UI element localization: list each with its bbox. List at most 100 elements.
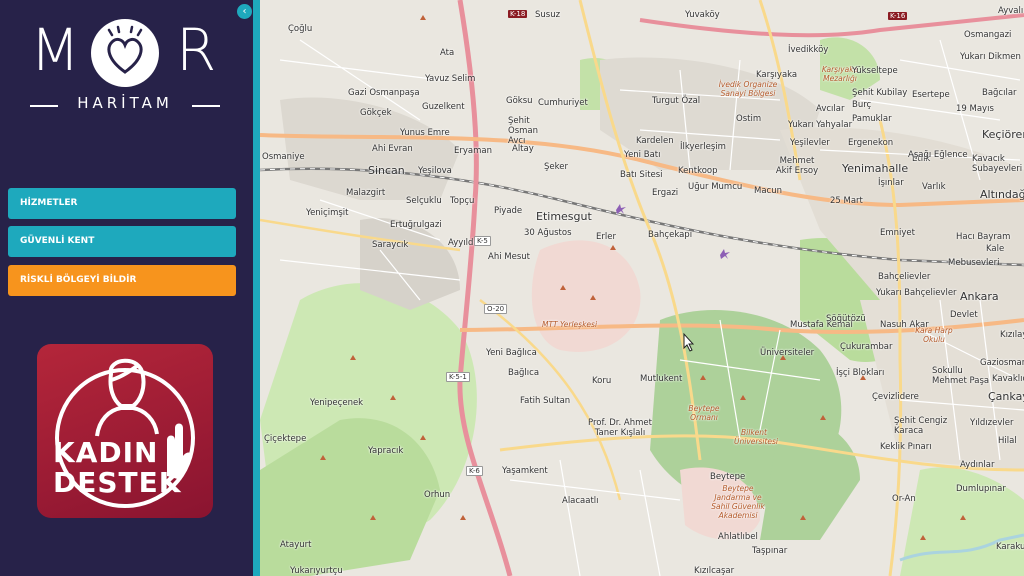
- kadin-destek-card[interactable]: KADIN DESTEK: [37, 344, 213, 518]
- map-label: Yeşilova: [418, 166, 452, 176]
- map-label: Ertuğrulgazi: [390, 220, 442, 230]
- map-label: Bahçelievler: [878, 272, 931, 282]
- map-label: Yukarı Yahyalar: [788, 120, 853, 130]
- logo-subtitle: HARİTAM: [30, 94, 220, 114]
- map-label: Ayvalı: [998, 6, 1024, 16]
- heart-circle-icon: [91, 19, 159, 87]
- road-shield: K-6: [466, 466, 483, 476]
- map-label: Çevizlidere: [872, 392, 919, 402]
- map-label: Altay: [512, 144, 534, 154]
- map-view[interactable]: Yuvaköy Susuz Çoğlu Ata Yavuz Selim Gazi…: [260, 0, 1024, 576]
- map-label: Emniyet: [880, 228, 915, 238]
- map-label: Çukurambar: [840, 342, 893, 352]
- menu-button-riskli-bolgeyi-bildir[interactable]: RİSKLİ BÖLGEYİ BİLDİR: [8, 265, 236, 296]
- map-label: Yıldızevler: [970, 418, 1014, 428]
- map-label: Kara Harp Okulu: [915, 326, 953, 344]
- sidebar-divider[interactable]: [253, 0, 260, 576]
- map-label: Karşıyaka: [756, 70, 798, 80]
- map-label: Bağcılar: [982, 88, 1017, 98]
- map-label: Karakusunlar: [996, 542, 1024, 552]
- map-label: Piyade: [494, 206, 523, 216]
- map-label: Koru: [592, 376, 612, 386]
- map-label: Aydınlar: [960, 460, 995, 470]
- map-label: Ergazi: [652, 188, 679, 198]
- map-label: Selçuklu: [406, 196, 442, 206]
- map-label: Ankara: [960, 290, 999, 303]
- map-label: Hilal: [998, 436, 1017, 446]
- mor-haritam-logo: M R HARİTAM: [30, 12, 220, 122]
- map-label: Şehit Kubilay: [852, 88, 908, 98]
- map-label: Yükseltepe: [852, 66, 898, 76]
- map-label: Yenimahalle: [842, 162, 909, 175]
- map-label: Malazgirt: [346, 188, 386, 198]
- map-label: Atayurt: [280, 540, 312, 550]
- sidebar: M R HARİTAM HİZMETLER GÜVENLİ KENT RİSKL…: [0, 0, 253, 576]
- map-label: Or-An: [892, 494, 916, 504]
- map-label: Alacaatlı: [562, 496, 599, 506]
- map-label: İvedikköy: [788, 45, 829, 55]
- map-label: Turgut Özal: [652, 96, 701, 106]
- map-label: Batı Sitesi: [620, 170, 663, 180]
- map-label: Çankaya: [988, 390, 1024, 403]
- map-label: Esertepe: [912, 90, 950, 100]
- map-label: Fatih Sultan: [520, 396, 571, 406]
- map-label: Devlet: [950, 310, 978, 320]
- map-label: Beytepe: [710, 472, 746, 482]
- map-label: Cumhuriyet: [538, 98, 588, 108]
- map-label: Guzelkent: [422, 102, 465, 112]
- map-label: Bilkent Üniversitesi: [734, 428, 779, 446]
- map-label: Prof. Dr. Ahmet Taner Kışlalı: [588, 418, 652, 438]
- map-label: Yukarı Bahçelievler: [876, 288, 957, 298]
- map-label: Bahçekapı: [648, 230, 693, 240]
- map-label: Avcılar: [816, 104, 845, 114]
- map-label: Orhun: [424, 490, 451, 500]
- map-label: Macun: [754, 186, 782, 196]
- map-label: Varlık: [922, 182, 946, 192]
- map-label: Kale: [986, 244, 1005, 254]
- map-label: Yuvaköy: [685, 10, 720, 20]
- map-label: Mehmet Akif Ersoy: [775, 156, 819, 176]
- map-label: Yeşilevler: [790, 138, 830, 148]
- map-label: Pamuklar: [852, 114, 892, 124]
- map-label: Yukarı Dikmen: [960, 52, 1021, 62]
- logo-letter-m: M: [30, 16, 87, 84]
- map-label: Kızılcaşar: [694, 566, 735, 576]
- kadin-destek-title: KADIN DESTEK: [53, 436, 182, 499]
- map-label: İlkyerleşim: [680, 142, 726, 152]
- map-label: Şeker: [544, 162, 568, 172]
- map-label: Erler: [596, 232, 616, 242]
- map-label: Kentkoop: [678, 166, 718, 176]
- map-label: Yunus Emre: [400, 128, 450, 138]
- map-label: Etimesgut: [536, 210, 592, 223]
- map-label: Aşağı Eğlence: [908, 150, 968, 160]
- logo-letter-r: R: [176, 16, 223, 84]
- map-label: Kızılay: [1000, 330, 1024, 340]
- map-label: Bağlıca: [508, 368, 540, 378]
- map-label: İşınlar: [878, 178, 904, 188]
- map-label: Keçiören: [982, 128, 1024, 141]
- menu-button-guvenli-kent[interactable]: GÜVENLİ KENT: [8, 226, 236, 257]
- map-label: Çiçektepe: [264, 434, 307, 444]
- road-shield: K-5-1: [446, 372, 470, 382]
- map-label: Yeniçimşit: [306, 208, 349, 218]
- map-label: 25 Mart: [830, 196, 863, 206]
- map-label: Yavuz Selim: [425, 74, 476, 84]
- collapse-sidebar-button[interactable]: ‹: [237, 4, 252, 19]
- map-label: Mutlukent: [640, 374, 683, 384]
- map-label: Ata: [440, 48, 455, 58]
- map-label: Uğur Mumcu: [688, 182, 743, 192]
- map-label: Saraycık: [372, 240, 409, 250]
- map-label: Göksu: [506, 96, 533, 106]
- road-shield: O-20: [484, 304, 508, 314]
- road-shield: K-16: [888, 12, 908, 20]
- map-label: Ergenekon: [848, 138, 894, 148]
- map-label: Yeni Batı: [624, 150, 661, 160]
- map-label: Beytepe Ormanı: [688, 404, 720, 422]
- map-label: Sincan: [368, 164, 405, 177]
- map-label: Yeni Bağlıca: [486, 348, 537, 358]
- map-label: İşçi Blokları: [836, 368, 885, 378]
- map-label: Çoğlu: [288, 24, 313, 34]
- map-label: İvedik Organize Sanayi Bölgesi: [718, 80, 778, 98]
- map-label: Ahi Evran: [372, 144, 413, 154]
- menu-button-hizmetler[interactable]: HİZMETLER: [8, 188, 236, 219]
